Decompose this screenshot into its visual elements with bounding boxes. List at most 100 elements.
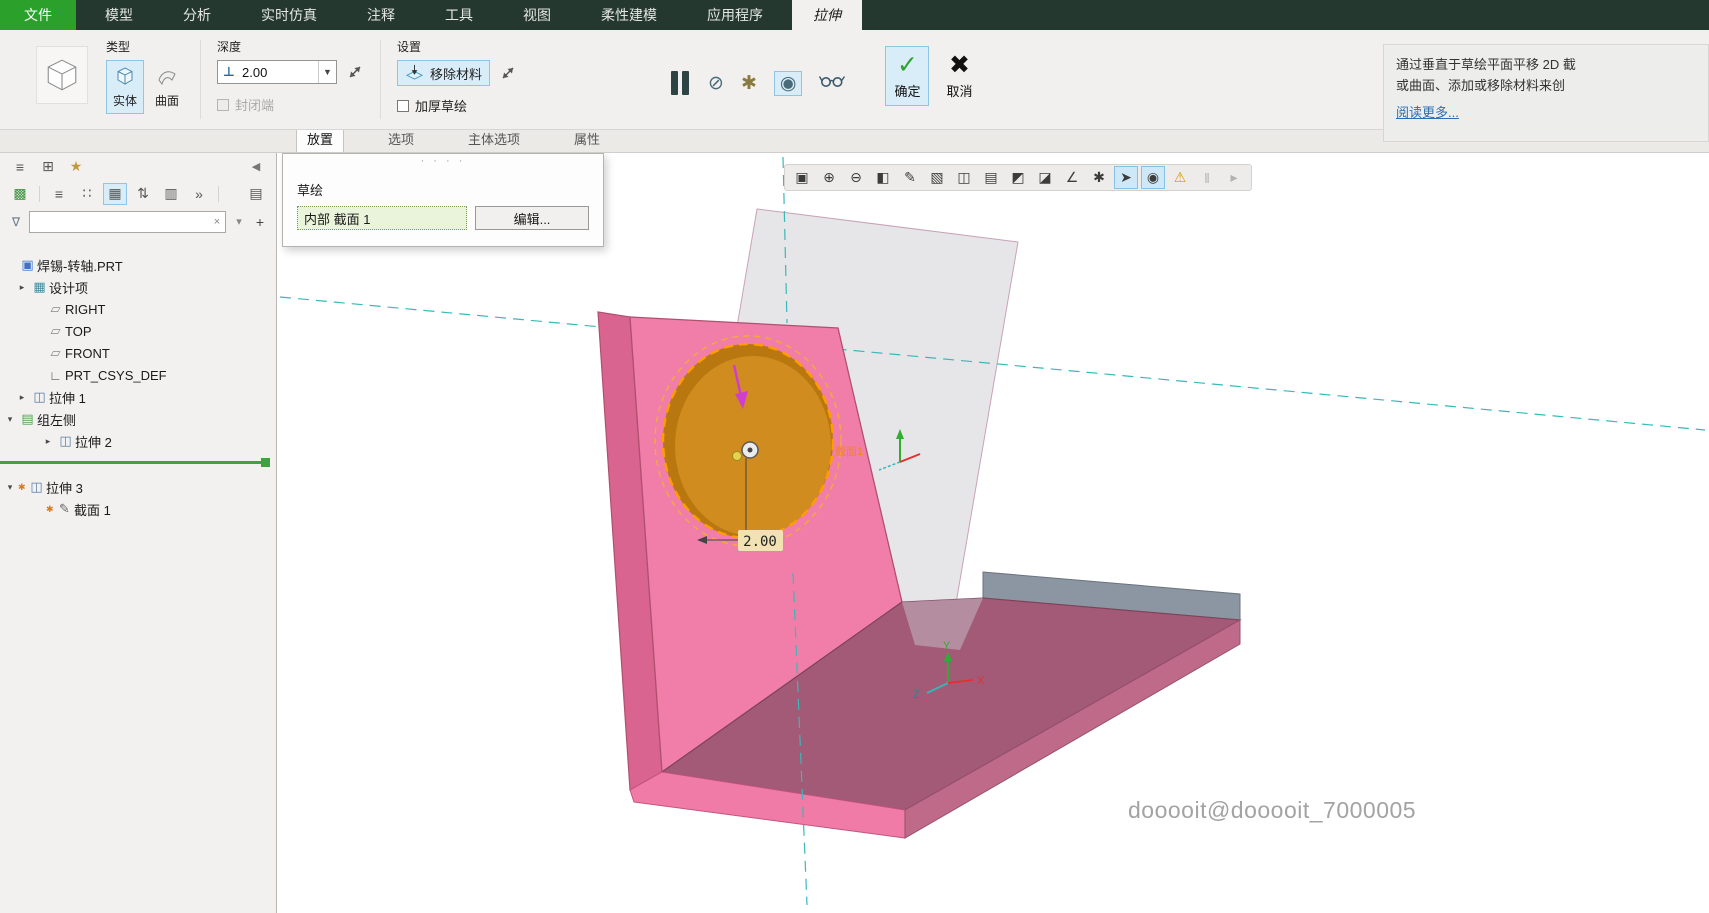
insert-here-knob[interactable] bbox=[261, 458, 270, 467]
tree-item-right-plane[interactable]: ▱ RIGHT bbox=[0, 298, 276, 320]
sketch-collector-field[interactable]: 内部 截面 1 bbox=[297, 206, 467, 230]
verify-feature-icon[interactable]: ✱ bbox=[741, 74, 757, 93]
menu-annotate[interactable]: 注释 bbox=[346, 0, 416, 30]
depth-dimension-text[interactable]: 2.00 bbox=[743, 534, 777, 550]
columns-icon[interactable]: ▥ bbox=[159, 183, 183, 205]
dashboard-confirm-controls: ✓ 确定 ✖ 取消 bbox=[885, 46, 981, 129]
placement-panel: · · · · 草绘 内部 截面 1 编辑... bbox=[282, 153, 604, 247]
repaint-icon[interactable]: ◧ bbox=[871, 166, 895, 189]
zoom-out-icon[interactable]: ⊖ bbox=[844, 166, 868, 189]
sketch-pen-icon[interactable]: ✎ bbox=[898, 166, 922, 189]
surface-button[interactable]: 曲面 bbox=[148, 60, 186, 114]
search-dropdown-icon[interactable]: ▾ bbox=[231, 215, 247, 228]
tree-item-section-1[interactable]: ✱ ✎ 截面 1 bbox=[0, 498, 276, 520]
ok-check-icon: ✓ bbox=[896, 50, 918, 79]
tree-item-csys[interactable]: ∟ PRT_CSYS_DEF bbox=[0, 364, 276, 386]
read-more-link[interactable]: 阅读更多... bbox=[1396, 102, 1459, 123]
scene-settings-icon[interactable]: ◩ bbox=[1006, 166, 1030, 189]
tree-item-extrude-2[interactable]: ▸ ◫ 拉伸 2 bbox=[0, 430, 276, 452]
annotation-display-icon[interactable]: ∠ bbox=[1060, 166, 1084, 189]
insert-here-indicator[interactable] bbox=[0, 458, 270, 467]
tree-search-input[interactable] bbox=[30, 212, 209, 231]
settings-group: 设置 移除材料 加厚草绘 bbox=[397, 30, 519, 129]
help-text-line2: 或曲面、添加或移除材料来创 bbox=[1396, 78, 1566, 94]
tree-settings-icon[interactable]: ▩ bbox=[8, 183, 32, 205]
collapse-panel-icon[interactable]: ◀ bbox=[244, 156, 268, 178]
list-view-icon[interactable]: ≡ bbox=[47, 183, 71, 205]
tree-item-front-plane[interactable]: ▱ FRONT bbox=[0, 342, 276, 364]
ok-button[interactable]: ✓ 确定 bbox=[885, 46, 930, 106]
remove-material-button[interactable]: 移除材料 bbox=[397, 60, 491, 86]
part-icon: ▣ bbox=[21, 257, 34, 272]
flip-depth-direction-icon[interactable] bbox=[344, 61, 366, 83]
grid-view-icon[interactable]: ▦ bbox=[103, 182, 127, 205]
menu-tab-extrude[interactable]: 拉伸 bbox=[792, 0, 862, 30]
menu-model[interactable]: 模型 bbox=[84, 0, 154, 30]
folder-browser-icon[interactable]: ⊞ bbox=[36, 156, 60, 178]
pause-display-icon[interactable]: ‖ bbox=[1195, 166, 1219, 189]
tree-item-extrude-3[interactable]: ▾ ✱ ◫ 拉伸 3 bbox=[0, 476, 276, 498]
no-preview-icon[interactable]: ⊘ bbox=[708, 74, 724, 93]
menu-view[interactable]: 视图 bbox=[502, 0, 572, 30]
menu-tools[interactable]: 工具 bbox=[424, 0, 494, 30]
expander-icon[interactable]: ▸ bbox=[40, 436, 56, 447]
snap-mode-icon[interactable]: ◉ bbox=[1141, 166, 1165, 189]
tree-item-label: 截面 1 bbox=[74, 502, 111, 518]
menu-file[interactable]: 文件 bbox=[0, 0, 76, 30]
graphics-viewport[interactable]: 2.00 截面1 Y X Z ▣ ⊕ ⊖ ◧ ✎ ▧ ◫ ▤ ◩ ◪ ∠ ✱ ➤… bbox=[277, 153, 1709, 913]
pause-button[interactable] bbox=[669, 71, 691, 95]
depth-type-icon[interactable]: ⊥ bbox=[218, 64, 240, 80]
expander-icon[interactable]: ▾ bbox=[2, 482, 18, 493]
menu-analysis[interactable]: 分析 bbox=[162, 0, 232, 30]
detail-view-icon[interactable]: ∷ bbox=[75, 183, 99, 205]
favorites-icon[interactable]: ★ bbox=[64, 156, 88, 178]
select-mode-icon[interactable]: ➤ bbox=[1114, 166, 1138, 189]
menu-live-simulation[interactable]: 实时仿真 bbox=[240, 0, 338, 30]
depth-value-input[interactable]: 2.00 bbox=[240, 65, 318, 80]
depth-combo[interactable]: ⊥ 2.00 ▼ bbox=[217, 60, 337, 84]
sort-icon[interactable]: ⇅ bbox=[131, 183, 155, 205]
zoom-in-icon[interactable]: ⊕ bbox=[817, 166, 841, 189]
watermark-text: dooooit@dooooit_7000005 bbox=[1128, 797, 1417, 823]
expander-icon[interactable]: ▸ bbox=[14, 282, 30, 293]
tree-item-extrude-1[interactable]: ▸ ◫ 拉伸 1 bbox=[0, 386, 276, 408]
cancel-button[interactable]: ✖ 取消 bbox=[937, 46, 981, 106]
glasses-3d-icon[interactable] bbox=[819, 74, 846, 93]
section-view-icon[interactable]: ◫ bbox=[952, 166, 976, 189]
model-tree-icon[interactable]: ≡ bbox=[8, 156, 32, 178]
feature-preview-icon[interactable]: ◉ bbox=[773, 70, 803, 96]
tree-item-group-left[interactable]: ▾ ▤ 组左侧 bbox=[0, 408, 276, 430]
menu-flexible-modeling[interactable]: 柔性建模 bbox=[580, 0, 678, 30]
enhanced-realism-icon[interactable]: ✱ bbox=[1087, 166, 1111, 189]
add-filter-icon[interactable]: + bbox=[252, 214, 268, 230]
sketch-center-point[interactable] bbox=[732, 451, 742, 461]
toolbar-separator bbox=[218, 185, 219, 202]
flip-material-side-icon[interactable] bbox=[497, 62, 519, 84]
depth-dropdown-arrow[interactable]: ▼ bbox=[318, 61, 336, 83]
display-style-icon[interactable]: ▧ bbox=[925, 166, 949, 189]
panel-drag-handle[interactable]: · · · · bbox=[297, 156, 589, 168]
expander-icon[interactable]: ▾ bbox=[2, 414, 18, 425]
filter-icon[interactable]: ∇ bbox=[8, 215, 24, 229]
tree-item-part[interactable]: ▣ 焊锡-转轴.PRT bbox=[0, 254, 276, 276]
warning-icon[interactable]: ⚠ bbox=[1168, 166, 1192, 189]
expander-icon[interactable]: ▸ bbox=[14, 392, 30, 403]
thicken-sketch-toggle[interactable]: 加厚草绘 bbox=[397, 96, 519, 115]
more-tools-icon[interactable]: » bbox=[187, 183, 211, 205]
open-sheet-icon[interactable]: ▤ bbox=[244, 183, 268, 205]
model-view-canvas[interactable]: 2.00 截面1 Y X Z bbox=[277, 153, 1708, 913]
tree-item-design-items[interactable]: ▸ ▦ 设计项 bbox=[0, 276, 276, 298]
capture-image-icon[interactable]: ▤ bbox=[979, 166, 1003, 189]
tree-item-top-plane[interactable]: ▱ TOP bbox=[0, 320, 276, 342]
datum-display-icon[interactable]: ◪ bbox=[1033, 166, 1057, 189]
menu-applications[interactable]: 应用程序 bbox=[686, 0, 784, 30]
thicken-sketch-checkbox[interactable] bbox=[397, 99, 409, 112]
edit-sketch-button[interactable]: 编辑... bbox=[475, 206, 589, 230]
zoom-region-icon[interactable]: ▣ bbox=[790, 166, 814, 189]
step-forward-icon[interactable]: ▸ bbox=[1222, 166, 1246, 189]
clear-search-icon[interactable]: × bbox=[209, 216, 225, 228]
solid-button[interactable]: 实体 bbox=[106, 60, 144, 114]
extrude-icon: ◫ bbox=[59, 433, 72, 448]
model-tree: ▣ 焊锡-转轴.PRT ▸ ▦ 设计项 ▱ RIGHT ▱ TOP ▱ FRON… bbox=[0, 236, 276, 913]
datum-plane-icon: ▱ bbox=[50, 345, 61, 360]
